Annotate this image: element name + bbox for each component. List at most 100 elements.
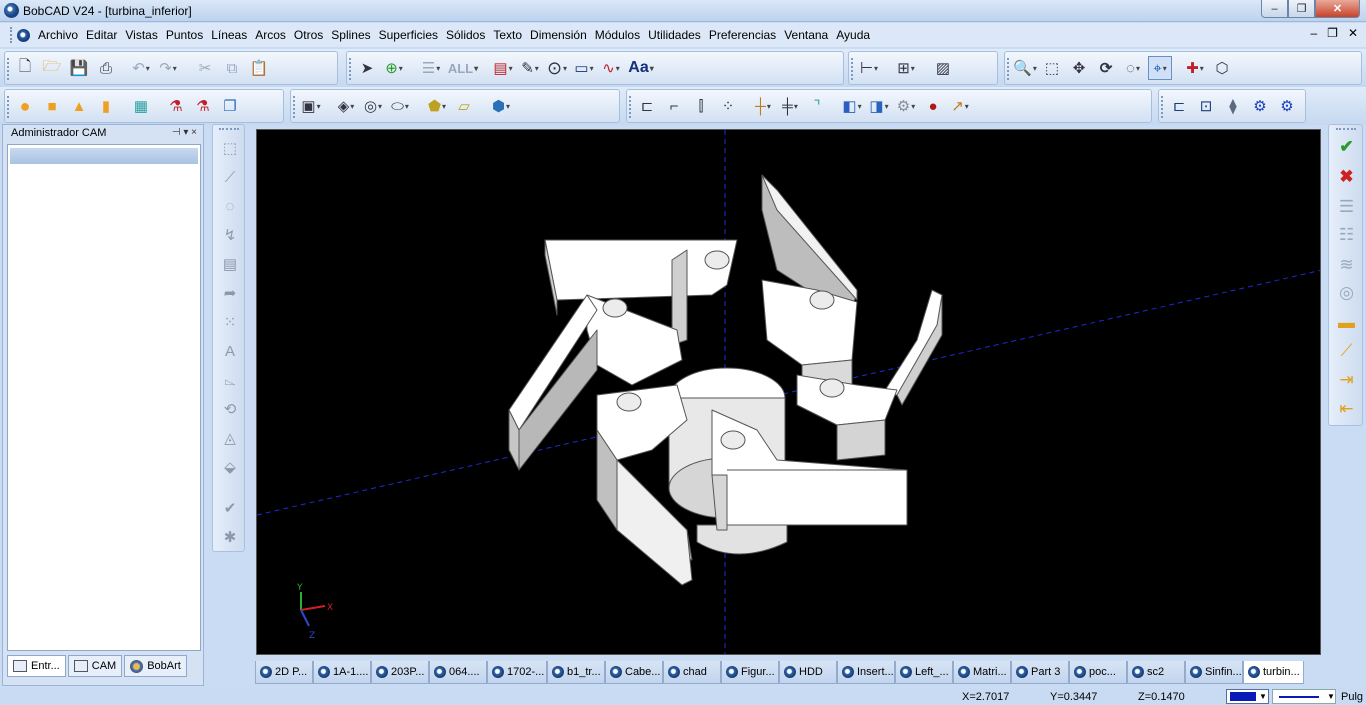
document-tab[interactable]: Insert... — [837, 661, 895, 684]
menu-vistas[interactable]: Vistas — [121, 28, 161, 42]
spline-tool-icon[interactable]: ∿ — [599, 56, 623, 80]
document-tab[interactable]: 203P... — [371, 661, 429, 684]
menu-texto[interactable]: Texto — [489, 28, 526, 42]
document-tab[interactable]: Part 3 — [1011, 661, 1069, 684]
copy-icon[interactable]: ⧉ — [220, 56, 244, 80]
save-icon[interactable]: 💾 — [67, 56, 91, 80]
render-icon[interactable]: ◨ — [867, 94, 891, 118]
circle-tool-icon[interactable]: ⊙ — [545, 56, 569, 80]
document-tab[interactable]: 064.... — [429, 661, 487, 684]
insert-end-icon[interactable]: ⇤ — [1334, 397, 1359, 421]
document-tab[interactable]: Left_... — [895, 661, 953, 684]
cam-contour-icon[interactable]: ➦ — [218, 282, 242, 304]
document-tab[interactable]: Matri... — [953, 661, 1011, 684]
menu-arcos[interactable]: Arcos — [251, 28, 290, 42]
rectangle-tool-icon[interactable]: ▭ — [572, 56, 596, 80]
paste-icon[interactable]: 📋 — [247, 56, 271, 80]
open-folder-icon[interactable]: 🗁 — [40, 56, 64, 80]
list-lines-icon[interactable]: ☰ — [1334, 195, 1359, 219]
cylinder-icon[interactable]: ▮ — [94, 94, 118, 118]
fixture-icon[interactable]: ⚙ — [894, 94, 918, 118]
document-tab[interactable]: chad — [663, 661, 721, 684]
toolbar-grip[interactable] — [219, 128, 239, 130]
box-icon[interactable]: ■ — [40, 94, 64, 118]
cut-icon[interactable]: ✂ — [193, 56, 217, 80]
bomb-icon[interactable]: ● — [921, 94, 945, 118]
menu-grip[interactable] — [10, 27, 13, 43]
print-icon[interactable]: ⎙ — [94, 56, 118, 80]
doc-restore-button[interactable]: ❐ — [1327, 26, 1338, 40]
menu-otros[interactable]: Otros — [290, 28, 327, 42]
extrude-surface-icon[interactable]: ◈ — [334, 94, 358, 118]
layer-color-icon[interactable]: ▤ — [491, 56, 515, 80]
rotate-view-icon[interactable]: ⟳ — [1094, 56, 1118, 80]
document-tab[interactable]: 2D P... — [255, 661, 313, 684]
cancel-x-icon[interactable]: ✖ — [1334, 165, 1359, 189]
select-all-button[interactable]: ALL — [446, 56, 480, 80]
flat-surface-icon[interactable]: ▱ — [452, 94, 476, 118]
panel-pin-icon[interactable]: ⊣ ▾ × — [172, 127, 197, 138]
cam-drill-icon[interactable]: ⟋ — [218, 166, 242, 188]
menu-lineas[interactable]: Líneas — [207, 28, 251, 42]
extend-icon[interactable]: ⌝ — [805, 94, 829, 118]
document-icon[interactable] — [17, 28, 30, 42]
add-remove-icon[interactable]: ⊕ — [382, 56, 406, 80]
line-pen-icon[interactable]: ✎ — [518, 56, 542, 80]
accept-check-icon[interactable]: ✔ — [1334, 135, 1359, 159]
menu-dimension[interactable]: Dimensión — [526, 28, 591, 42]
solid-union-icon[interactable]: ▦ — [129, 94, 153, 118]
cone-icon[interactable]: ▲ — [67, 94, 91, 118]
pan-icon[interactable]: ✥ — [1067, 56, 1091, 80]
document-tab[interactable]: sc2 — [1127, 661, 1185, 684]
break-icon[interactable]: ╪ — [778, 94, 802, 118]
menu-puntos[interactable]: Puntos — [162, 28, 207, 42]
select-arrow-icon[interactable]: ➤ — [355, 56, 379, 80]
doc-close-button[interactable]: ✕ — [1348, 26, 1358, 40]
cam-roughing-icon[interactable]: ◬ — [218, 427, 242, 449]
tab-entrada[interactable]: Entr... — [7, 655, 66, 677]
machine-gear-icon[interactable]: ⚙ — [1275, 94, 1299, 118]
wcs-axes-icon[interactable]: ✚ — [1183, 56, 1207, 80]
zoom-window-icon[interactable]: ⬚ — [1040, 56, 1064, 80]
sweep-surface-icon[interactable]: ⬭ — [388, 94, 412, 118]
mirror-icon[interactable]: ⫿ — [689, 94, 713, 118]
solid-copy-icon[interactable]: ❐ — [218, 94, 242, 118]
tab-bobart[interactable]: BobArt — [124, 655, 187, 677]
trim-icon[interactable]: ┼ — [751, 94, 775, 118]
solid-subtract-icon[interactable]: ⚗ — [164, 94, 188, 118]
minimize-button[interactable]: ‒ — [1261, 0, 1288, 18]
layout-left-icon[interactable]: ⊏ — [1167, 94, 1191, 118]
cam-face-icon[interactable]: ▤ — [218, 253, 242, 275]
cam-tree[interactable] — [7, 144, 201, 651]
layout-tilt-icon[interactable]: ⧫ — [1221, 94, 1245, 118]
close-button[interactable]: ✕ — [1315, 0, 1360, 18]
menu-ventana[interactable]: Ventana — [780, 28, 832, 42]
menu-archivo[interactable]: Archivo — [34, 28, 82, 42]
menu-ayuda[interactable]: Ayuda — [832, 28, 874, 42]
right-toolbar-grip[interactable] — [1336, 128, 1356, 130]
menu-preferencias[interactable]: Preferencias — [705, 28, 780, 42]
array-icon[interactable]: ⁘ — [716, 94, 740, 118]
document-tab[interactable]: poc... — [1069, 661, 1127, 684]
line-style-selector[interactable]: ▼ — [1272, 689, 1336, 704]
list-grid-icon[interactable]: ☷ — [1334, 223, 1359, 247]
menu-splines[interactable]: Splines — [327, 28, 374, 42]
cam-pattern-icon[interactable]: ⁙ — [218, 311, 242, 333]
align-icon[interactable]: ⊏ — [635, 94, 659, 118]
insert-point-icon[interactable]: ⇥ — [1334, 368, 1359, 392]
new-file-icon[interactable]: 🗋 — [13, 56, 37, 80]
cam-check-icon[interactable]: ✔ — [218, 497, 242, 519]
target-icon[interactable]: ◎ — [1334, 281, 1359, 305]
document-tab[interactable]: b1_tr... — [547, 661, 605, 684]
cam-surface-icon[interactable]: ⟲ — [218, 398, 242, 420]
document-tab[interactable]: turbin... — [1243, 661, 1304, 684]
fillet-surface-icon[interactable]: ⬢ — [489, 94, 513, 118]
selection-filter-icon[interactable]: ☰ — [419, 56, 443, 80]
cam-feature-icon[interactable]: ⬚ — [218, 137, 242, 159]
plane-surface-icon[interactable]: ▣ — [299, 94, 323, 118]
document-tab[interactable]: Cabe... — [605, 661, 663, 684]
dimension-horizontal-icon[interactable]: ⊢ — [857, 56, 881, 80]
menu-editar[interactable]: Editar — [82, 28, 121, 42]
graphics-viewport[interactable]: Y X Z — [256, 129, 1321, 655]
hatch-icon[interactable]: ▨ — [931, 56, 955, 80]
